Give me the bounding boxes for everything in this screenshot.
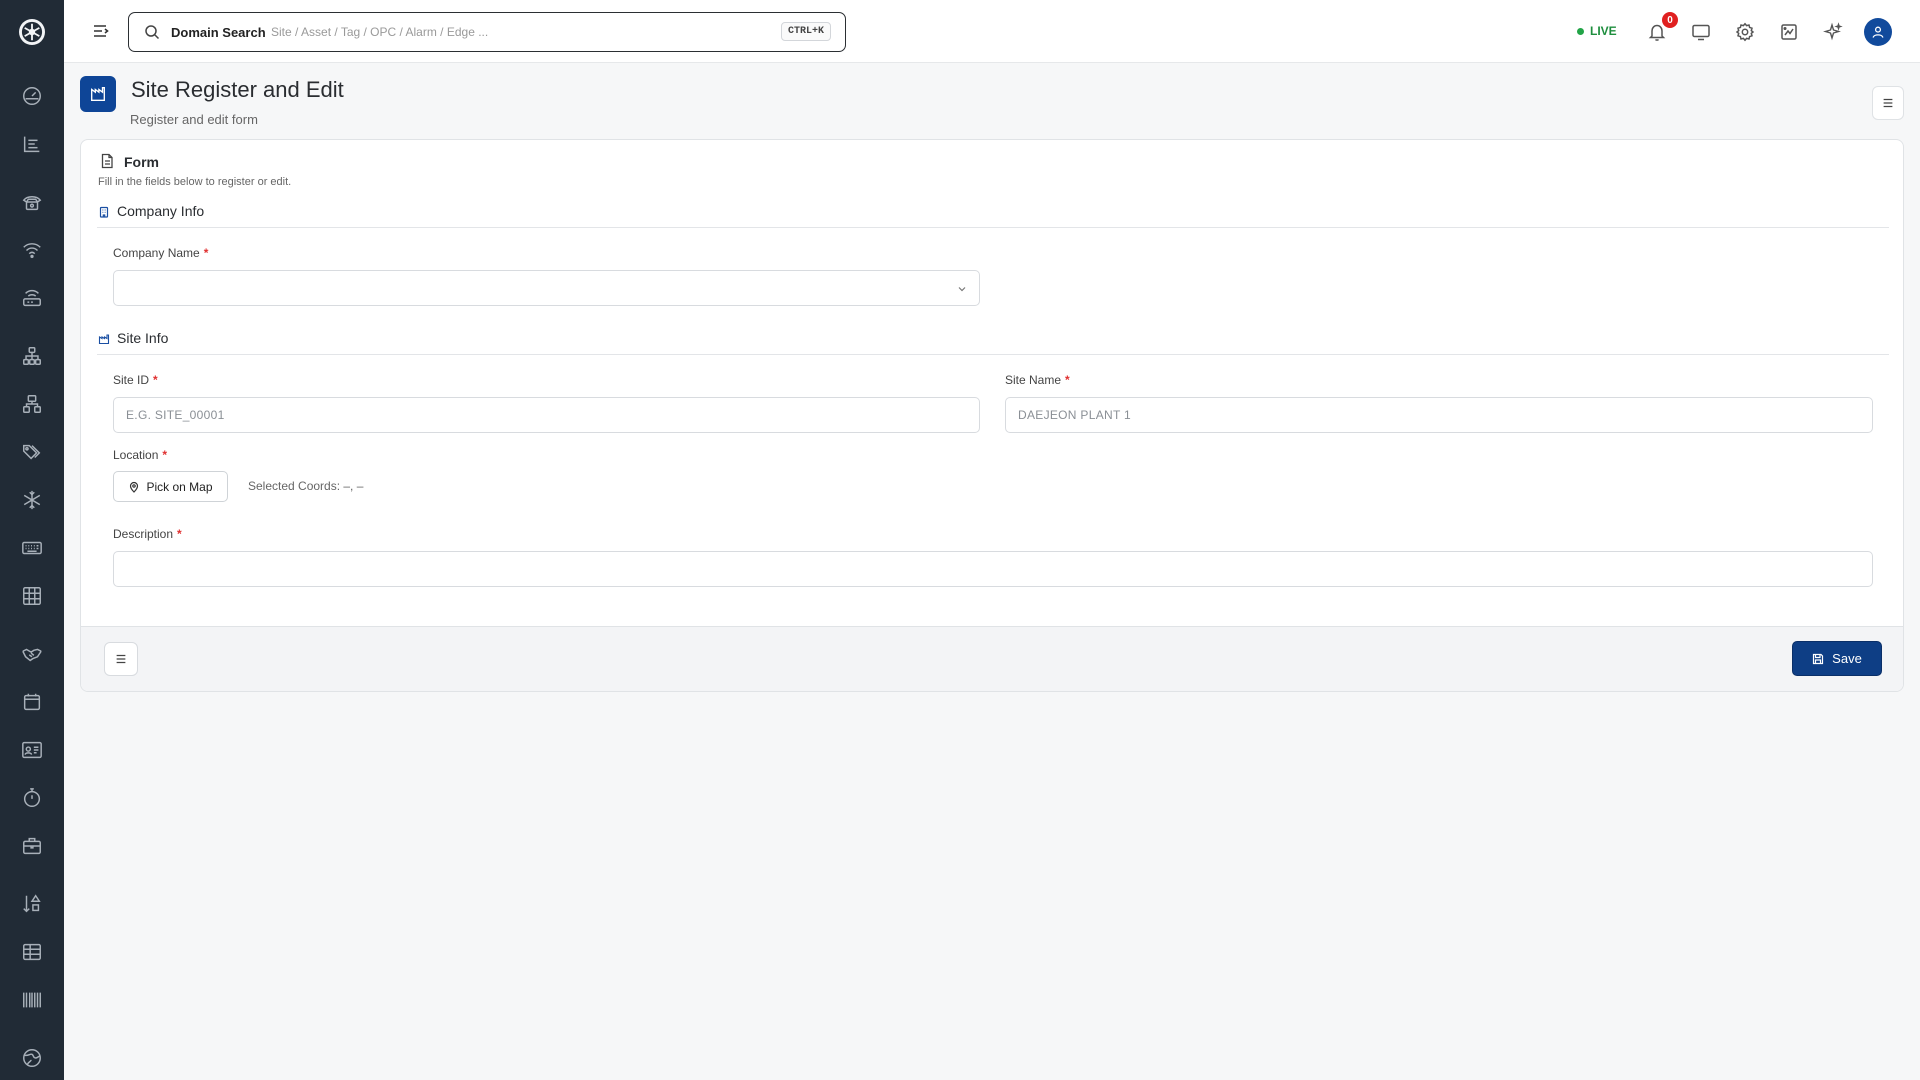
site-name-label: Site Name * [1005,373,1070,387]
chevron-down-icon [957,284,967,294]
selected-coords: Selected Coords: –, – [248,479,364,493]
topbar: Domain Search CTRL+K LIVE 0 [64,0,1920,63]
page-subtitle: Register and edit form [130,112,258,127]
live-status: LIVE [1577,24,1617,38]
save-disk-icon [1813,653,1824,664]
search-input[interactable] [271,21,671,43]
form-title: Form [124,154,159,170]
site-name-field[interactable] [1006,398,1872,432]
required-mark: * [1065,373,1070,387]
sidebar-toggle-icon[interactable] [91,21,111,41]
live-dot-icon [1577,27,1584,35]
description-label-text: Description [113,527,174,541]
page-menu-button[interactable] [1872,86,1904,120]
hamburger-icon [116,654,126,664]
required-mark: * [177,527,182,541]
company-name-label-text: Company Name [113,246,200,260]
save-label: Save [1832,651,1862,666]
sidebar-item-wifi-icon[interactable] [20,238,44,262]
site-info-section: Site Info [97,329,1889,355]
sidebar-item-briefcase-icon[interactable] [20,834,44,858]
settings-gear-icon[interactable] [1735,22,1755,42]
form-card: Form Fill in the fields below to registe… [80,139,1904,692]
description-label: Description * [113,527,182,541]
sidebar-item-snowflake-icon[interactable] [20,488,44,512]
company-name-select-value[interactable] [114,271,979,305]
form-footer: Save [81,626,1903,691]
sidebar-item-hierarchy-icon[interactable] [20,344,44,368]
ai-sparkle-icon[interactable] [1823,22,1843,42]
notification-count-badge: 0 [1662,12,1678,28]
description-field[interactable] [114,552,1872,586]
domain-search-box[interactable]: Domain Search CTRL+K [128,12,846,52]
factory-icon [98,333,110,345]
document-icon [99,153,115,169]
site-id-input[interactable] [113,397,980,433]
sidebar-item-sort-shapes-icon[interactable] [20,892,44,916]
sidebar-item-router-icon[interactable] [20,286,44,310]
analytics-icon[interactable] [1779,22,1799,42]
search-icon [144,24,160,40]
required-mark: * [153,373,158,387]
sidebar [0,0,64,1080]
site-id-label: Site ID * [113,373,158,387]
sidebar-item-handshake-icon[interactable] [20,642,44,666]
sidebar-item-id-card-icon[interactable] [20,738,44,762]
page-factory-icon [80,76,116,112]
company-info-section: Company Info [97,202,1889,228]
sidebar-item-globe-icon[interactable] [20,1046,44,1070]
app-logo-icon[interactable] [19,19,45,45]
sidebar-item-list-icon[interactable] [20,132,44,156]
company-info-title: Company Info [117,203,205,219]
user-avatar-icon[interactable] [1864,18,1892,46]
sidebar-item-dashboard-icon[interactable] [20,84,44,108]
hamburger-icon [1883,98,1893,108]
sidebar-item-timer-icon[interactable] [20,786,44,810]
page-title: Site Register and Edit [131,77,344,102]
monitor-icon[interactable] [1691,22,1711,42]
site-info-title: Site Info [117,330,169,346]
sidebar-item-calendar-icon[interactable] [20,690,44,714]
search-label: Domain Search [171,25,266,40]
location-label-text: Location [113,448,159,462]
site-id-label-text: Site ID [113,373,150,387]
site-name-input[interactable] [1005,397,1873,433]
sidebar-item-network-icon[interactable] [20,392,44,416]
sidebar-item-table-icon[interactable] [20,940,44,964]
sidebar-item-grid-icon[interactable] [20,584,44,608]
map-pin-icon [130,481,139,493]
company-name-select[interactable] [113,270,980,306]
search-shortcut-badge: CTRL+K [780,22,831,41]
footer-menu-button[interactable] [104,642,138,676]
sidebar-item-phone-icon[interactable] [20,190,44,214]
company-name-label: Company Name * [113,246,208,260]
location-label: Location * [113,448,167,462]
sidebar-item-barcode-icon[interactable] [20,988,44,1012]
sidebar-item-tags-icon[interactable] [20,440,44,464]
pick-on-map-label: Pick on Map [146,479,213,494]
form-description: Fill in the fields below to register or … [98,176,292,188]
site-id-field[interactable] [114,398,979,432]
required-mark: * [203,246,209,260]
live-label: LIVE [1590,24,1617,38]
description-input[interactable] [113,551,1873,587]
site-name-label-text: Site Name [1005,373,1062,387]
required-mark: * [162,448,168,462]
sidebar-item-keyboard-icon[interactable] [20,536,44,560]
building-icon [98,206,110,218]
save-button[interactable]: Save [1792,641,1882,676]
pick-on-map-button[interactable]: Pick on Map [113,471,228,502]
